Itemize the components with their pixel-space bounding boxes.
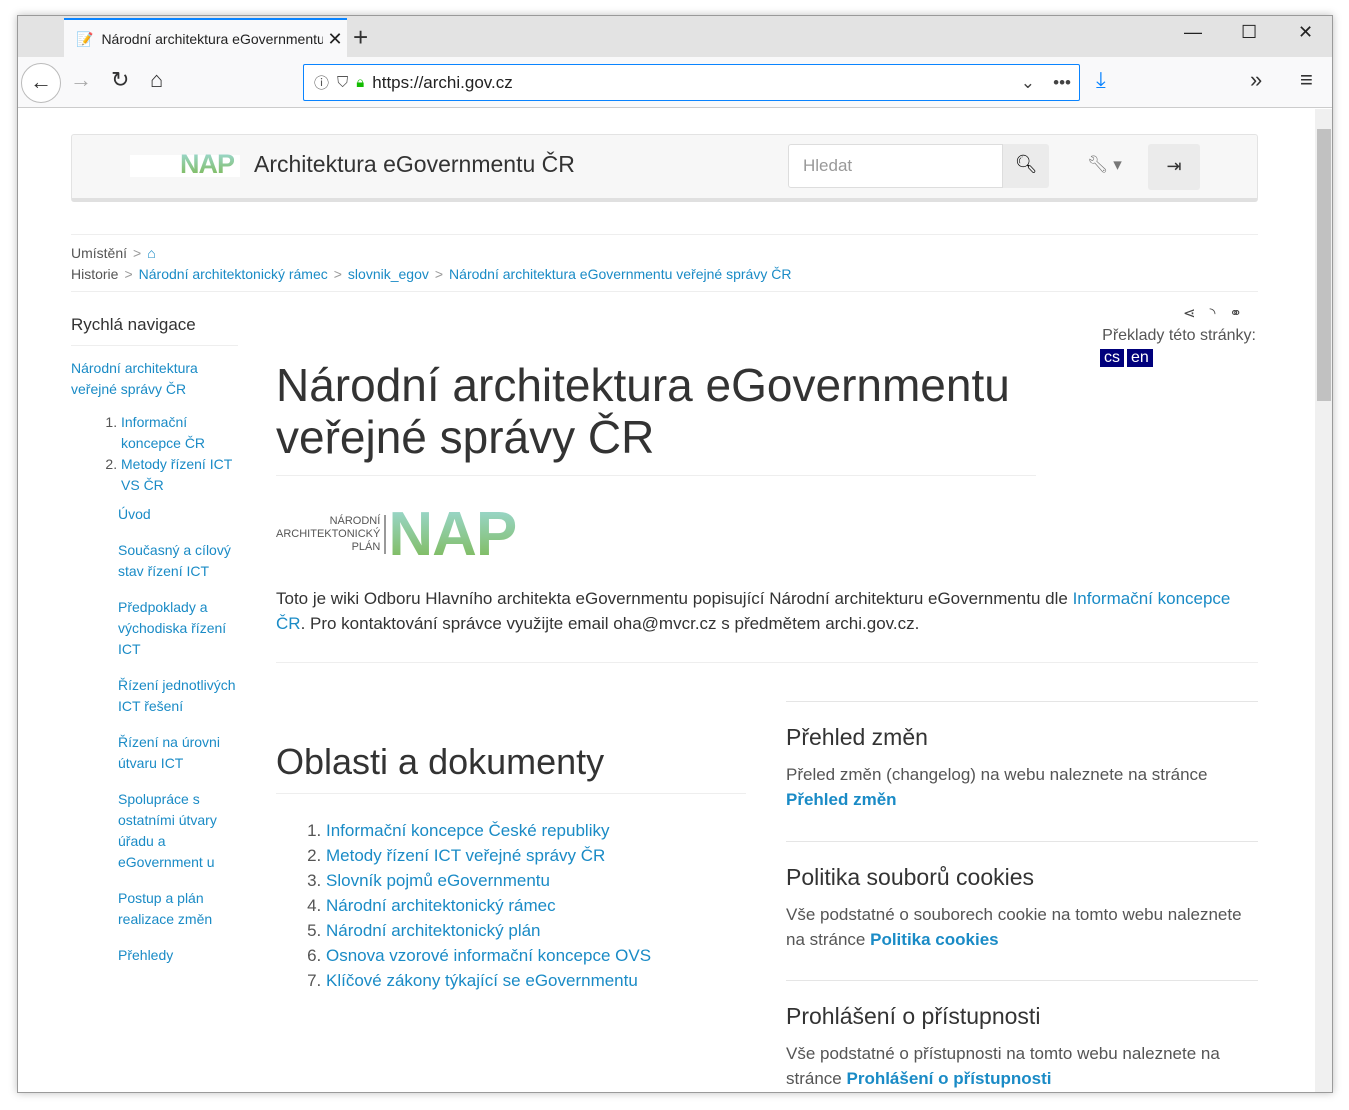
download-icon[interactable]: ⤓ (1096, 67, 1106, 93)
translations-label: Překlady této stránky: (1102, 327, 1256, 344)
url-bar[interactable]: ⓘ ⛉ 🔒︎ https://archi.gov.cz ⌄ ••• (303, 64, 1080, 101)
nap-logo: NÁRODNÍ ARCHITEKTONICKÝ PLÁN NAP (276, 499, 517, 569)
search-button[interactable]: 🔍︎ (1003, 144, 1049, 188)
close-tab-icon[interactable]: ✕ (323, 29, 347, 50)
cookies-box: Politika souborů cookies Vše podstatné o … (786, 841, 1258, 952)
page-actions-icon[interactable]: ••• (1053, 73, 1071, 93)
close-window-button[interactable]: ✕ (1298, 22, 1313, 43)
shield-icon[interactable]: ⛉ (337, 74, 348, 91)
area-link[interactable]: Informační koncepce České republiky (326, 821, 609, 840)
new-tab-button[interactable]: + (353, 22, 368, 53)
site-brand[interactable]: Architektura eGovernmentu ČR (254, 151, 575, 178)
overflow-icon[interactable]: » (1250, 67, 1262, 93)
chevron-down-icon[interactable]: ⌄ (1021, 73, 1035, 93)
page-title: Národní architektura eGovernmentu veřejn… (276, 359, 1036, 476)
intro-text: Toto je wiki Odboru Hlavního architekta … (276, 586, 1258, 663)
share-icon[interactable]: ⋖ (1183, 305, 1210, 322)
nav-link[interactable]: Přehledy (118, 947, 173, 963)
browser-tab[interactable]: 📝 Národní architektura eGovernmentu veře… (64, 18, 347, 58)
area-link[interactable]: Národní architektonický rámec (326, 896, 556, 915)
nav-link[interactable]: Postup a plán realizace změn (118, 890, 212, 927)
nav-link[interactable]: Metody řízení ICT VS ČR (121, 456, 232, 493)
nav-link[interactable]: Předpoklady a východiska řízení ICT (118, 599, 226, 657)
breadcrumb-link[interactable]: slovnik_egov (348, 266, 429, 282)
nav-link[interactable]: Současný a cílový stav řízení ICT (118, 542, 231, 579)
home-button[interactable]: ⌂ (150, 67, 163, 93)
site-logo[interactable]: NAP (130, 149, 240, 179)
quick-navigation: Rychlá navigace Národní architektura veř… (71, 314, 238, 981)
search-input[interactable]: Hledat (788, 144, 1003, 188)
login-button[interactable]: ⇥ (1148, 144, 1200, 190)
accessibility-box: Prohlášení o přístupnosti Vše podstatné o… (786, 980, 1258, 1091)
main-content: Národní architektura eGovernmentu veřejn… (276, 359, 1258, 990)
nav-bar: ← → ↻ ⌂ ⓘ ⛉ 🔒︎ https://archi.gov.cz ⌄ ••… (18, 57, 1332, 108)
favicon-icon: 📝 (76, 30, 94, 47)
breadcrumb-link[interactable]: Národní architektura eGovernmentu veřejn… (449, 266, 791, 282)
nav-link[interactable]: Národní architektura veřejné správy ČR (71, 358, 211, 400)
nav-link[interactable]: Řízení jednotlivých ICT řešení (118, 677, 236, 714)
breadcrumb-link[interactable]: Národní architektonický rámec (139, 266, 328, 282)
info-icon[interactable]: ⓘ (314, 72, 329, 93)
tab-title: Národní architektura eGovernmentu veřejn… (101, 31, 323, 47)
areas-section: Oblasti a dokumenty Informační koncepce … (276, 741, 746, 993)
lock-icon[interactable]: 🔒︎ (356, 74, 364, 91)
home-icon[interactable]: ⌂ (147, 245, 155, 261)
breadcrumb: Umístění > ⌂ Historie > Národní architektoni… (71, 234, 1258, 292)
browser-window: 📝 Národní architektura eGovernmentu veře… (17, 15, 1333, 1093)
area-link[interactable]: Osnova vzorové informační koncepce OVS (326, 946, 651, 965)
cookies-link[interactable]: Politika cookies (870, 930, 999, 949)
back-button[interactable]: ← (21, 63, 61, 103)
forward-button[interactable]: → (70, 67, 92, 93)
scrollbar[interactable] (1315, 109, 1332, 1092)
area-link[interactable]: Metody řízení ICT veřejné správy ČR (326, 846, 605, 865)
area-link[interactable]: Slovník pojmů eGovernmentu (326, 871, 550, 890)
location-label: Umístění (71, 245, 128, 261)
nav-link[interactable]: Úvod (118, 506, 151, 522)
menu-icon[interactable]: ≡ (1300, 67, 1313, 93)
minimize-button[interactable]: — (1184, 22, 1202, 43)
nav-link[interactable]: Spolupráce s ostatními útvary úřadu a eG… (118, 791, 217, 870)
area-link[interactable]: Klíčové zákony týkající se eGovernmentu (326, 971, 638, 990)
maximize-button[interactable]: ☐ (1241, 22, 1257, 43)
tools-dropdown[interactable]: 🔧︎ ▾ (1087, 155, 1122, 175)
site-header: NAP Architektura eGovernmentu ČR Hledat … (71, 134, 1258, 202)
tab-bar: 📝 Národní architektura eGovernmentu veře… (18, 16, 1332, 58)
changelog-link[interactable]: Přehled změn (786, 790, 897, 809)
reload-button[interactable]: ↻ (111, 67, 129, 93)
page-info: ⋖◝⚭ Překlady této stránky: cs en (1096, 304, 1256, 367)
scrollbar-thumb[interactable] (1317, 129, 1331, 401)
rss-icon[interactable]: ◝ (1210, 305, 1230, 322)
page: NAP Architektura eGovernmentu ČR Hledat … (18, 109, 1315, 1092)
quick-nav-title: Rychlá navigace (71, 314, 238, 346)
link-icon[interactable]: ⚭ (1229, 305, 1256, 322)
search-icon: 🔍︎ (1014, 154, 1038, 174)
areas-title: Oblasti a dokumenty (276, 741, 746, 794)
area-link[interactable]: Národní architektonický plán (326, 921, 541, 940)
changelog-box: Přehled změn Přeled změn (changelog) na w… (786, 701, 1258, 812)
accessibility-link[interactable]: Prohlášení o přístupnosti (846, 1069, 1051, 1088)
login-icon: ⇥ (1166, 156, 1182, 176)
nav-link[interactable]: Informační koncepce ČR (121, 414, 205, 451)
url-text[interactable]: https://archi.gov.cz (372, 73, 512, 93)
history-label: Historie (71, 266, 119, 282)
nav-link[interactable]: Řízení na úrovni útvaru ICT (118, 734, 220, 771)
